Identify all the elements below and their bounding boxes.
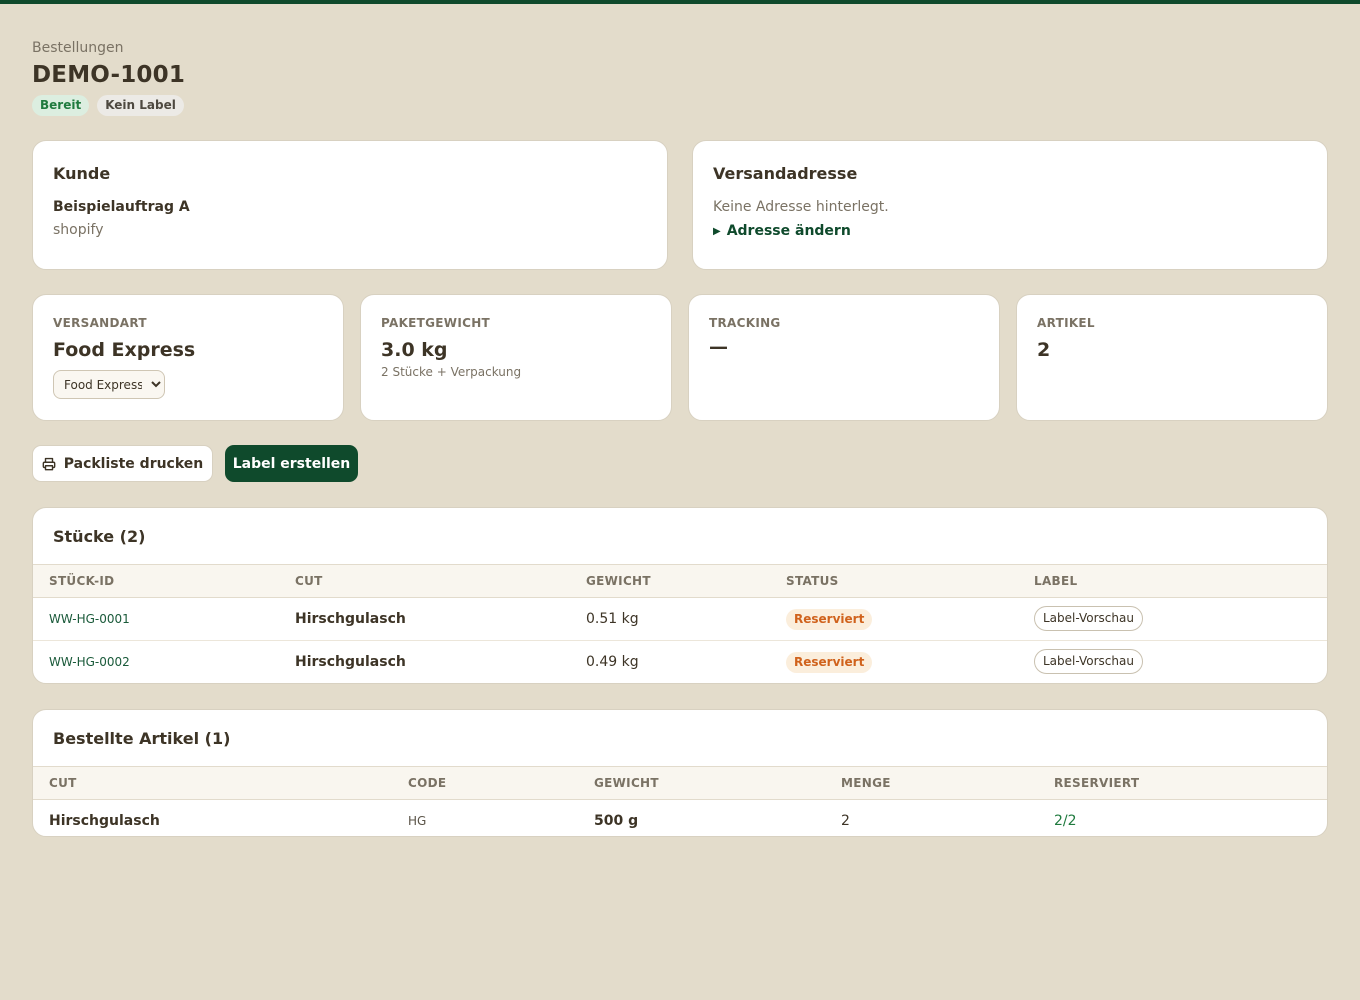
piece-weight: 0.49 kg bbox=[586, 654, 639, 670]
address-card-title: Versandadresse bbox=[713, 164, 858, 183]
table-row: Hirschgulasch HG 500 g 2 2/2 bbox=[33, 800, 1327, 836]
tracking-value: — bbox=[709, 336, 728, 358]
change-address-toggle[interactable]: ▶ Adresse ändern bbox=[713, 223, 1307, 239]
shipping-method-label: VERSANDART bbox=[53, 316, 147, 330]
piece-weight: 0.51 kg bbox=[586, 611, 639, 627]
column-header: LABEL bbox=[1034, 574, 1078, 588]
status-badge-reserved: Reserviert bbox=[786, 652, 873, 673]
shipping-method-card: VERSANDART Food Express Food Express bbox=[32, 294, 344, 421]
table-row: WW-HG-0001 Hirschgulasch 0.51 kg Reservi… bbox=[33, 598, 1327, 641]
ordered-quantity: 2 bbox=[841, 813, 850, 829]
address-empty-text: Keine Adresse hinterlegt. bbox=[713, 199, 889, 215]
disclosure-triangle-icon: ▶ bbox=[713, 225, 721, 237]
table-row: WW-HG-0002 Hirschgulasch 0.49 kg Reservi… bbox=[33, 641, 1327, 683]
tracking-label: TRACKING bbox=[709, 316, 781, 330]
items-card: ARTIKEL 2 bbox=[1016, 294, 1328, 421]
label-preview-button[interactable]: Label-Vorschau bbox=[1034, 606, 1143, 631]
status-badge-ready: Bereit bbox=[32, 95, 90, 116]
print-packing-list-button[interactable]: Packliste drucken bbox=[32, 445, 213, 482]
column-header: STATUS bbox=[786, 574, 839, 588]
address-card: Versandadresse Keine Adresse hinterlegt.… bbox=[692, 140, 1328, 270]
ordered-cut: Hirschgulasch bbox=[49, 813, 160, 829]
customer-card-title: Kunde bbox=[53, 164, 111, 183]
ordered-items-table-card: Bestellte Artikel (1) CUT CODE GEWICHT M… bbox=[32, 709, 1328, 837]
column-header: GEWICHT bbox=[594, 776, 659, 790]
package-weight-card: PAKETGEWICHT 3.0 kg 2 Stücke + Verpackun… bbox=[360, 294, 672, 421]
tracking-card: TRACKING — bbox=[688, 294, 1000, 421]
top-accent-bar bbox=[0, 0, 1360, 4]
column-header: CODE bbox=[408, 776, 447, 790]
items-label: ARTIKEL bbox=[1037, 316, 1095, 330]
package-weight-value: 3.0 kg bbox=[381, 339, 448, 361]
column-header: GEWICHT bbox=[586, 574, 651, 588]
status-badge-reserved: Reserviert bbox=[786, 609, 873, 630]
ordered-items-table-header: CUT CODE GEWICHT MENGE RESERVIERT bbox=[33, 767, 1327, 800]
printer-icon bbox=[42, 457, 56, 470]
piece-cut: Hirschgulasch bbox=[295, 611, 406, 627]
customer-card: Kunde Beispielauftrag A shopify bbox=[32, 140, 668, 270]
customer-name: Beispielauftrag A bbox=[53, 199, 190, 215]
piece-id-link[interactable]: WW-HG-0001 bbox=[49, 612, 130, 626]
column-header: MENGE bbox=[841, 776, 891, 790]
label-preview-button[interactable]: Label-Vorschau bbox=[1034, 649, 1143, 674]
piece-cut: Hirschgulasch bbox=[295, 654, 406, 670]
breadcrumb[interactable]: Bestellungen bbox=[32, 40, 124, 56]
shipping-method-value: Food Express bbox=[53, 339, 196, 361]
change-address-label: Adresse ändern bbox=[726, 223, 851, 239]
column-header: CUT bbox=[295, 574, 323, 588]
pieces-table-card: Stücke (2) STÜCK-ID CUT GEWICHT STATUS L… bbox=[32, 507, 1328, 684]
create-label-button[interactable]: Label erstellen bbox=[225, 445, 358, 482]
page-title: DEMO-1001 bbox=[32, 62, 186, 88]
package-weight-sub: 2 Stücke + Verpackung bbox=[381, 365, 522, 379]
customer-source: shopify bbox=[53, 222, 104, 238]
pieces-table-header: STÜCK-ID CUT GEWICHT STATUS LABEL bbox=[33, 565, 1327, 598]
ordered-items-table-title: Bestellte Artikel (1) bbox=[33, 710, 1327, 767]
pieces-table-title: Stücke (2) bbox=[33, 508, 1327, 565]
ordered-weight: 500 g bbox=[594, 813, 639, 829]
column-header: STÜCK-ID bbox=[49, 574, 115, 588]
items-value: 2 bbox=[1037, 339, 1051, 361]
column-header: CUT bbox=[49, 776, 77, 790]
ordered-reserved: 2/2 bbox=[1054, 813, 1077, 829]
shipping-method-select[interactable]: Food Express bbox=[53, 370, 165, 399]
print-packing-list-label: Packliste drucken bbox=[63, 455, 204, 472]
ordered-code: HG bbox=[408, 814, 427, 828]
status-badge-label: Kein Label bbox=[97, 95, 184, 116]
column-header: RESERVIERT bbox=[1054, 776, 1140, 790]
status-badges: Bereit Kein Label bbox=[32, 95, 184, 116]
package-weight-label: PAKETGEWICHT bbox=[381, 316, 491, 330]
piece-id-link[interactable]: WW-HG-0002 bbox=[49, 655, 130, 669]
